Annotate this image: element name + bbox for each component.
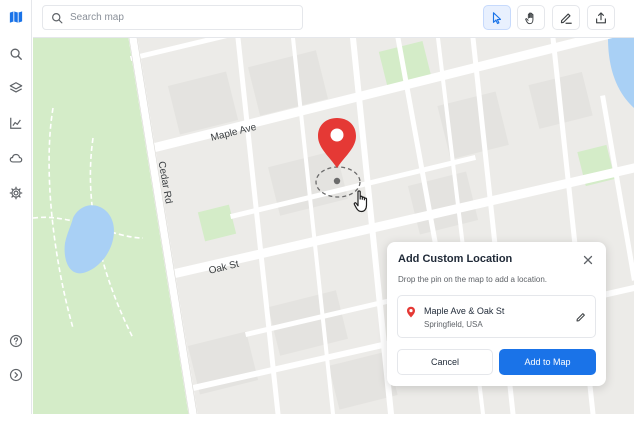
toolbar: [33, 0, 634, 38]
cancel-button[interactable]: Cancel: [397, 349, 493, 375]
settings-icon: [9, 186, 23, 200]
cloud-nav-button[interactable]: [5, 147, 27, 169]
expand-nav-button[interactable]: [5, 364, 27, 386]
search-icon: [52, 12, 63, 23]
map-nav-button[interactable]: [5, 6, 27, 28]
location-summary: Maple Ave & Oak St Springfield, USA: [397, 295, 596, 338]
pan-tool-button[interactable]: [517, 5, 545, 30]
location-city: Springfield, USA: [424, 320, 483, 329]
search-bar[interactable]: [42, 5, 303, 30]
help-nav-button[interactable]: [5, 330, 27, 352]
edit-location-button[interactable]: [573, 309, 589, 325]
select-tool-button[interactable]: [483, 5, 511, 30]
analytics-nav-button[interactable]: [5, 112, 27, 134]
share-icon: [596, 11, 606, 23]
layers-icon: [9, 82, 23, 93]
dialog-title: Add Custom Location: [398, 253, 513, 265]
add-to-map-button[interactable]: Add to Map: [499, 349, 596, 375]
search-icon: [10, 48, 22, 60]
location-pin-icon: [407, 306, 415, 318]
cloud-icon: [9, 153, 23, 163]
add-location-dialog: Add Custom Location Drop the pin on the …: [387, 242, 606, 386]
help-icon: [9, 334, 23, 348]
search-input[interactable]: [70, 12, 290, 23]
edit-pencil-icon: [576, 313, 585, 322]
layers-nav-button[interactable]: [5, 77, 27, 99]
draw-icon: [560, 12, 572, 24]
location-name: Maple Ave & Oak St: [424, 306, 505, 316]
close-icon: [583, 255, 593, 265]
dialog-subtitle: Drop the pin on the map to add a locatio…: [398, 275, 547, 284]
expand-icon: [9, 368, 23, 382]
share-tool-button[interactable]: [587, 5, 615, 30]
map-icon: [9, 11, 23, 23]
settings-nav-button[interactable]: [5, 182, 27, 204]
search-nav-button[interactable]: [5, 43, 27, 65]
draw-tool-button[interactable]: [552, 5, 580, 30]
close-button[interactable]: [579, 251, 597, 269]
pointer-icon: [492, 11, 502, 24]
analytics-icon: [10, 117, 22, 129]
pan-hand-icon: [525, 11, 534, 24]
sidebar: [0, 0, 32, 414]
hand-cursor-icon: [353, 190, 368, 213]
